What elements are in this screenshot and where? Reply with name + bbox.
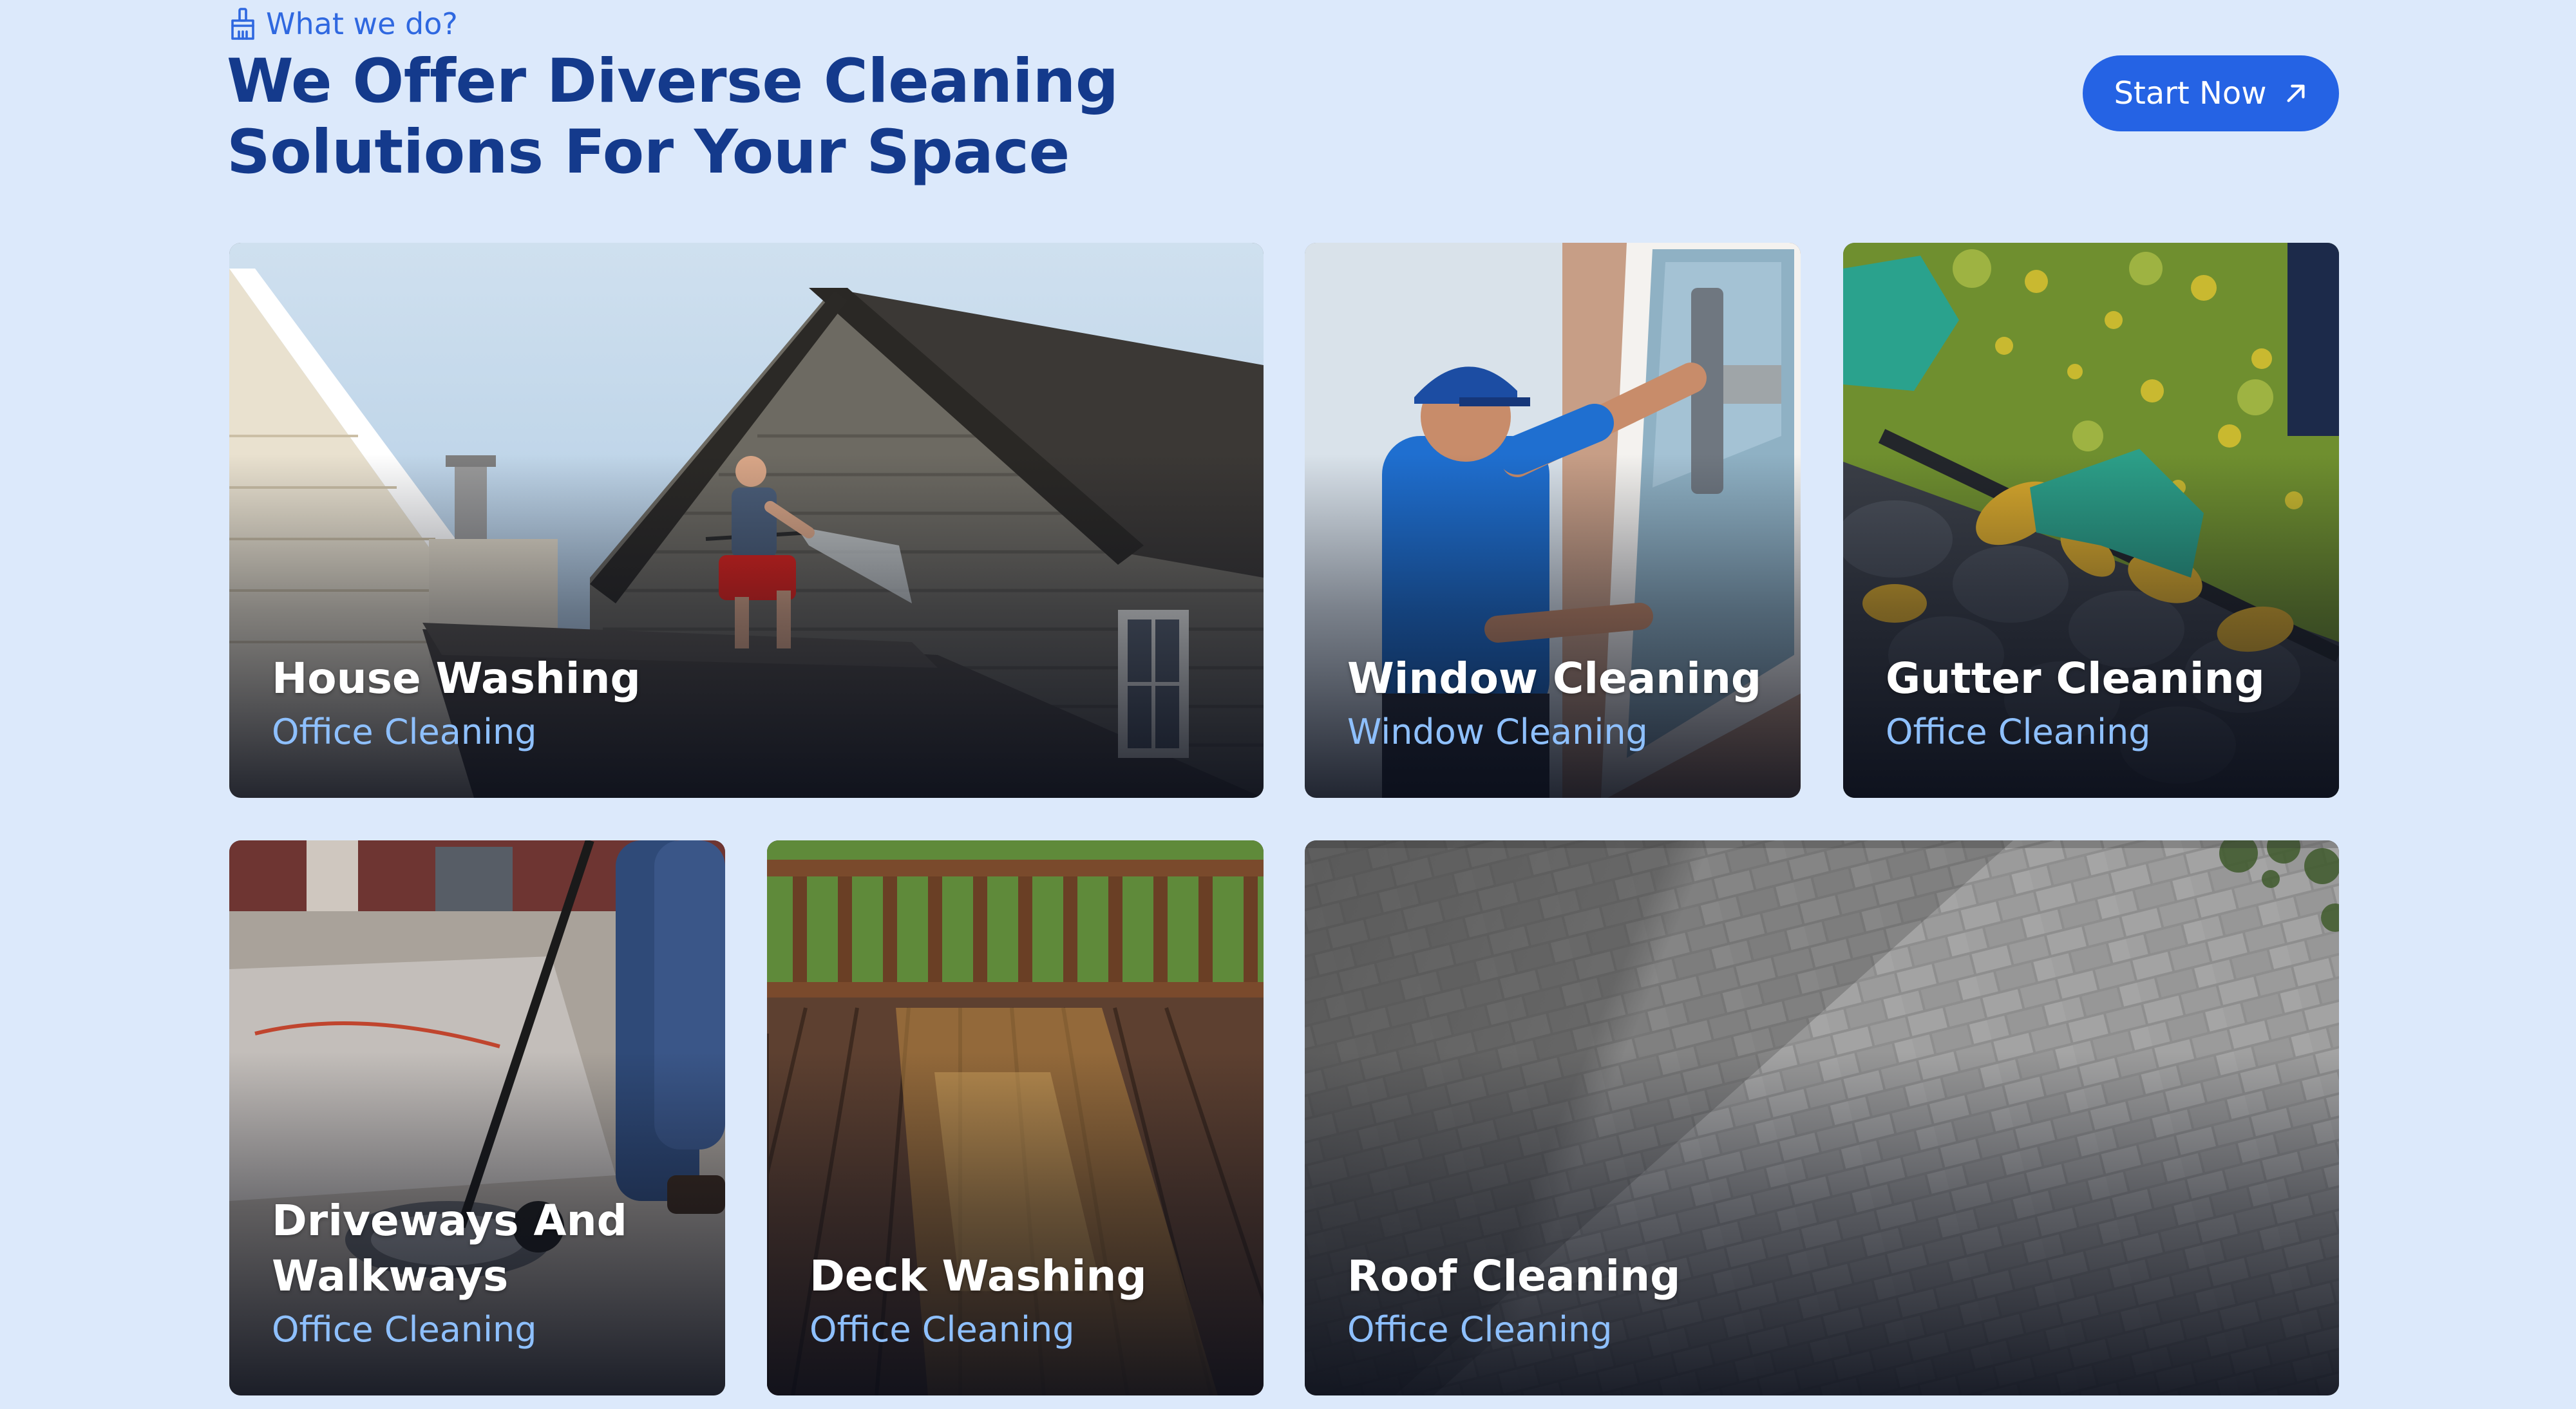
- card-title: Roof Cleaning: [1347, 1251, 1681, 1301]
- service-card-house-washing[interactable]: House Washing Office Cleaning: [229, 243, 1264, 798]
- card-title: House Washing: [272, 654, 641, 703]
- arrow-up-right-icon: [2284, 81, 2308, 106]
- card-title: Gutter Cleaning: [1886, 654, 2265, 703]
- broom-icon: [229, 7, 257, 41]
- card-caption: Deck Washing Office Cleaning: [810, 1249, 1238, 1356]
- card-caption: Window Cleaning Window Cleaning: [1347, 651, 1775, 758]
- card-subtitle: Office Cleaning: [1886, 712, 2151, 752]
- service-card-deck-washing[interactable]: Deck Washing Office Cleaning: [767, 840, 1264, 1395]
- card-caption: Roof Cleaning Office Cleaning: [1347, 1249, 2313, 1356]
- services-section: What we do? We Offer Diverse Cleaning So…: [0, 0, 2576, 1409]
- card-title-line1: Driveways And: [272, 1196, 627, 1245]
- card-subtitle: Window Cleaning: [1347, 712, 1648, 752]
- service-card-window-cleaning[interactable]: Window Cleaning Window Cleaning: [1305, 243, 1801, 798]
- start-now-label: Start Now: [2114, 75, 2267, 111]
- card-caption: Driveways And Walkways Office Cleaning: [272, 1193, 699, 1356]
- card-caption: Gutter Cleaning Office Cleaning: [1886, 651, 2313, 758]
- card-title: Window Cleaning: [1347, 654, 1762, 703]
- section-title: We Offer Diverse Cleaning Solutions For …: [227, 46, 1193, 188]
- section-title-line2: Solutions For Your Space: [227, 117, 1070, 187]
- eyebrow-label: What we do?: [266, 6, 458, 41]
- card-subtitle: Office Cleaning: [272, 1309, 537, 1350]
- card-subtitle: Office Cleaning: [810, 1309, 1075, 1350]
- service-card-roof-cleaning[interactable]: Roof Cleaning Office Cleaning: [1305, 840, 2339, 1395]
- card-caption: House Washing Office Cleaning: [272, 651, 1238, 758]
- card-title-line2: Walkways: [272, 1251, 509, 1301]
- section-title-line1: We Offer Diverse Cleaning: [227, 46, 1119, 117]
- card-subtitle: Office Cleaning: [272, 712, 537, 752]
- card-title: Deck Washing: [810, 1251, 1147, 1301]
- start-now-button[interactable]: Start Now: [2083, 55, 2339, 131]
- card-subtitle: Office Cleaning: [1347, 1309, 1613, 1350]
- service-card-driveways-walkways[interactable]: Driveways And Walkways Office Cleaning: [229, 840, 725, 1395]
- section-eyebrow: What we do?: [229, 6, 458, 41]
- service-card-gutter-cleaning[interactable]: Gutter Cleaning Office Cleaning: [1843, 243, 2339, 798]
